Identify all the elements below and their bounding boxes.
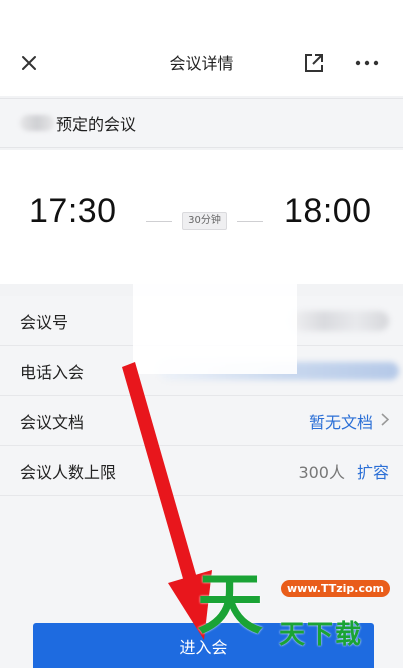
divider [236, 220, 263, 222]
organizer-row: 预定的会议 [0, 98, 403, 148]
meeting-id-label: 会议号 [20, 312, 69, 332]
end-time: 18:00 [284, 192, 372, 230]
meeting-docs-row[interactable]: 会议文档 暂无文档 [0, 396, 403, 446]
meeting-docs-value[interactable]: 暂无文档 [309, 409, 373, 433]
meeting-id-value-blurred [291, 310, 389, 331]
watermark-url: www.TTzip.com [281, 580, 390, 597]
organizer-suffix: 预定的会议 [56, 115, 137, 134]
page-title: 会议详情 [169, 54, 234, 73]
share-external-icon[interactable] [301, 50, 327, 76]
participant-limit-row: 会议人数上限 300人 扩容 [0, 446, 403, 496]
participant-limit-value: 300人 [298, 462, 345, 482]
site-watermark: 天 www.TTzip.com 天下载 [197, 570, 397, 650]
header-bar: 会议详情 [0, 0, 403, 96]
organizer-name-blurred [20, 115, 54, 131]
watermark-text: 天下载 [279, 620, 364, 650]
duration-indicator: 30分钟 [146, 210, 263, 232]
more-dots-icon[interactable] [354, 50, 380, 76]
expand-capacity-link[interactable]: 扩容 [357, 459, 389, 483]
phone-join-label: 电话入会 [20, 362, 85, 382]
meeting-docs-label: 会议文档 [20, 412, 85, 432]
chevron-right-icon [381, 410, 390, 431]
participant-limit-label: 会议人数上限 [20, 462, 117, 482]
watermark-logo-char: 天 [197, 566, 263, 643]
schedule-card: 17:30 30分钟 18:00 [0, 150, 403, 284]
divider [146, 220, 172, 222]
duration-badge: 30分钟 [182, 212, 227, 230]
start-time: 17:30 [29, 192, 117, 230]
overlay-patch [133, 284, 297, 374]
